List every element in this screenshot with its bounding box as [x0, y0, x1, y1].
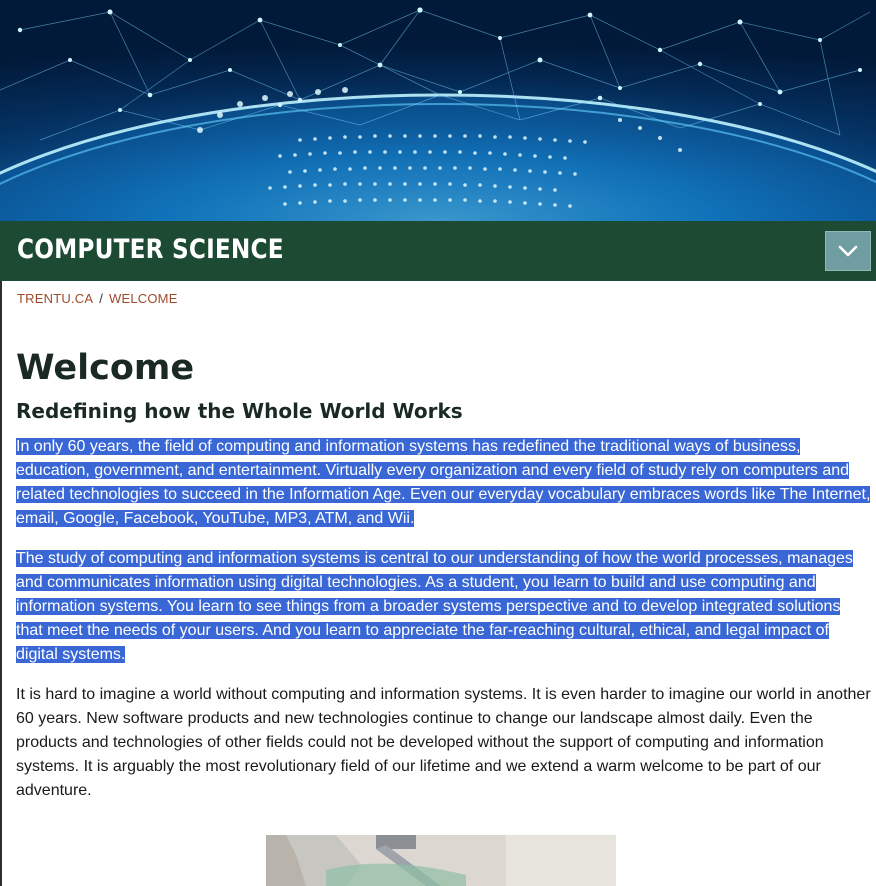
page-title: Welcome	[16, 348, 195, 388]
menu-toggle-button[interactable]	[825, 231, 871, 271]
hero-banner-image	[0, 0, 876, 221]
site-title[interactable]: COMPUTER SCIENCE	[17, 234, 284, 265]
breadcrumb-home-link[interactable]: TRENTU.CA	[17, 291, 93, 306]
breadcrumb: TRENTU.CA / WELCOME	[17, 291, 178, 306]
selected-text: The study of computing and information s…	[16, 550, 853, 663]
breadcrumb-current-link[interactable]: WELCOME	[109, 291, 178, 306]
page-subtitle: Redefining how the Whole World Works	[16, 399, 463, 423]
study-paragraph-selected: The study of computing and information s…	[16, 547, 871, 667]
lab-photo	[266, 835, 616, 886]
site-header-bar: COMPUTER SCIENCE	[0, 221, 876, 281]
breadcrumb-separator: /	[99, 291, 104, 306]
page-left-border	[0, 281, 2, 886]
intro-paragraph-selected: In only 60 years, the field of computing…	[16, 435, 871, 531]
selected-text: In only 60 years, the field of computing…	[16, 438, 871, 527]
closing-paragraph: It is hard to imagine a world without co…	[16, 686, 871, 799]
chevron-down-icon	[838, 245, 858, 257]
globe-network-graphic	[0, 0, 876, 221]
